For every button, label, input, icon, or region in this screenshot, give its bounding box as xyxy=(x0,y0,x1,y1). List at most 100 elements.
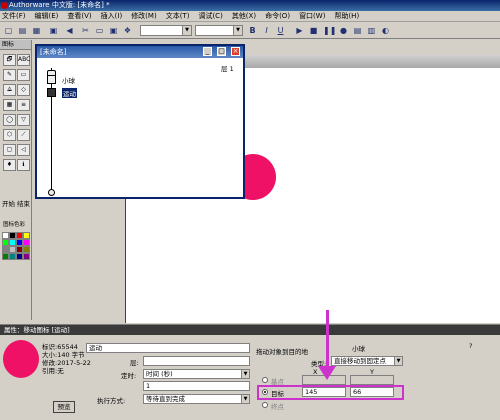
sound-icon[interactable]: ⟋ xyxy=(17,129,30,141)
chevron-down-icon: ▼ xyxy=(394,357,402,365)
new-file-icon[interactable]: ▢ xyxy=(3,25,14,36)
navigate-icon[interactable]: ⟁ xyxy=(3,84,16,96)
motion-node-icon[interactable] xyxy=(47,88,56,97)
menu-file[interactable]: 文件(F) xyxy=(2,11,26,21)
base-radio[interactable] xyxy=(262,377,268,383)
maximize-icon[interactable]: ▢ xyxy=(217,47,226,56)
chevron-down-icon: ▼ xyxy=(233,26,242,35)
undo-icon[interactable]: ◀ xyxy=(64,25,75,36)
menu-insert[interactable]: 插入(I) xyxy=(101,11,123,21)
style-select[interactable]: ▼ xyxy=(140,25,192,36)
close-icon[interactable]: × xyxy=(231,47,240,56)
color-swatch[interactable] xyxy=(23,246,30,253)
app-title-bar: Authorware 中文版: [未命名] * xyxy=(0,0,500,11)
menu-bar: 文件(F) 编辑(E) 查看(V) 插入(I) 修改(M) 文本(T) 调试(C… xyxy=(0,11,500,22)
color-swatch[interactable] xyxy=(2,253,9,260)
motion-icon[interactable]: ABC xyxy=(17,54,30,66)
color-swatch[interactable] xyxy=(9,232,16,239)
chevron-down-icon: ▼ xyxy=(241,395,249,403)
execution-select[interactable]: 等待直到完成 ▼ xyxy=(143,394,250,404)
underline-button[interactable]: U xyxy=(275,25,286,36)
color-swatch[interactable] xyxy=(9,246,16,253)
color-swatch[interactable] xyxy=(16,246,23,253)
authorware-logo-icon xyxy=(1,2,8,9)
functions-icon[interactable]: ▥ xyxy=(366,25,377,36)
annotation-highlight-box xyxy=(257,385,404,400)
menu-help[interactable]: 帮助(H) xyxy=(334,11,359,21)
base-y-input[interactable] xyxy=(350,375,394,385)
video-icon[interactable]: ▢ xyxy=(3,144,16,156)
minimize-icon[interactable]: _ xyxy=(203,47,212,56)
menu-view[interactable]: 查看(V) xyxy=(67,11,91,21)
color-swatch[interactable] xyxy=(9,253,16,260)
layer-input[interactable] xyxy=(143,356,250,366)
wait-icon[interactable]: ▭ xyxy=(17,69,30,81)
copy-icon[interactable]: ▭ xyxy=(94,25,105,36)
end-radio[interactable] xyxy=(262,402,268,408)
color-swatch[interactable] xyxy=(23,232,30,239)
save-all-icon[interactable]: ▦ xyxy=(31,25,42,36)
open-file-icon[interactable]: ▤ xyxy=(17,25,28,36)
flowline xyxy=(51,68,52,194)
color-swatch[interactable] xyxy=(23,239,30,246)
color-swatch[interactable] xyxy=(16,239,23,246)
cut-icon[interactable]: ✂ xyxy=(80,25,91,36)
icon-palette-panel: 图标 🗗 ABC ✎ ▭ ⟁ ◇ ▦ ≡ ◯ ▽ ⬡ ⟋ ▢ ◁ ♦ ℹ 开始 … xyxy=(0,40,32,320)
decision-icon[interactable]: ▦ xyxy=(3,99,16,111)
menu-debug[interactable]: 调试(C) xyxy=(198,11,222,21)
paste-icon[interactable]: ▣ xyxy=(108,25,119,36)
interaction-icon[interactable]: ≡ xyxy=(17,99,30,111)
duration-input[interactable]: 1 xyxy=(143,381,250,391)
color-swatch[interactable] xyxy=(23,253,30,260)
display-icon[interactable]: 🗗 xyxy=(3,54,16,66)
knowledge-objects-icon[interactable]: ◐ xyxy=(380,25,391,36)
node-label-motion[interactable]: 运动 xyxy=(62,88,77,98)
erase-icon[interactable]: ✎ xyxy=(3,69,16,81)
node-label-ball[interactable]: 小球 xyxy=(62,75,75,85)
stop-icon[interactable]: ■ xyxy=(308,25,319,36)
control-panel-icon[interactable]: ▤ xyxy=(352,25,363,36)
start-flag-icon[interactable]: ◁ xyxy=(17,144,30,156)
timing-select[interactable]: 时间 (秒) ▼ xyxy=(143,369,250,379)
menu-edit[interactable]: 编辑(E) xyxy=(35,11,59,21)
map-icon[interactable]: ▽ xyxy=(17,114,30,126)
menu-window[interactable]: 窗口(W) xyxy=(299,11,325,21)
menu-command[interactable]: 命令(O) xyxy=(265,11,290,21)
app-title: Authorware 中文版: [未命名] * xyxy=(9,1,110,9)
properties-header: 属性：移动图标 [运动] xyxy=(0,325,500,335)
menu-text[interactable]: 文本(T) xyxy=(166,11,190,21)
object-thumbnail xyxy=(3,340,39,378)
import-icon[interactable]: ▣ xyxy=(48,25,59,36)
menu-modify[interactable]: 修改(M) xyxy=(131,11,157,21)
flowline-window-title: [未命名] xyxy=(37,46,243,58)
calculation-icon[interactable]: ◯ xyxy=(3,114,16,126)
italic-button[interactable]: I xyxy=(261,25,272,36)
find-icon[interactable]: ❖ xyxy=(122,25,133,36)
color-swatch[interactable] xyxy=(9,239,16,246)
layer-label: 层: xyxy=(130,359,139,367)
play-icon[interactable]: ▶ xyxy=(294,25,305,36)
help-icon[interactable]: ? xyxy=(469,342,472,350)
timing-label: 定时: xyxy=(121,372,137,380)
color-swatch[interactable] xyxy=(2,232,9,239)
color-swatch[interactable] xyxy=(16,253,23,260)
menu-other[interactable]: 其他(X) xyxy=(232,11,256,21)
icon-color-icon[interactable]: ℹ xyxy=(17,159,30,171)
color-swatch[interactable] xyxy=(16,232,23,239)
font-select[interactable]: ▼ xyxy=(195,25,243,36)
digital-movie-icon[interactable]: ⬡ xyxy=(3,129,16,141)
motion-type-select[interactable]: 直接移动到固定点 ▼ xyxy=(331,356,403,366)
record-icon[interactable]: ● xyxy=(338,25,349,36)
stop-flag-icon[interactable]: ♦ xyxy=(3,159,16,171)
color-swatch[interactable] xyxy=(2,246,9,253)
object-name: 小球 xyxy=(352,345,365,353)
color-swatch[interactable] xyxy=(2,239,9,246)
icon-name-input[interactable]: 运动 xyxy=(86,343,250,353)
bold-button[interactable]: B xyxy=(247,25,258,36)
preview-button[interactable]: 预览 xyxy=(53,401,75,413)
reference-label: 引用:无 xyxy=(42,367,64,375)
framework-icon[interactable]: ◇ xyxy=(17,84,30,96)
annotation-arrow-shaft xyxy=(326,310,329,370)
pause-icon[interactable]: ❚❚ xyxy=(322,25,336,36)
display-node-icon[interactable] xyxy=(47,75,56,84)
